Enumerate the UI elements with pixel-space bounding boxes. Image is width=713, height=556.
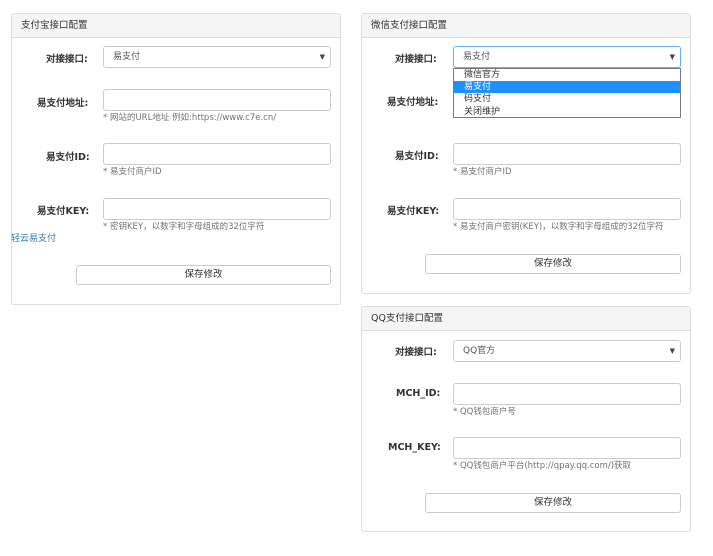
wechat-save-button[interactable]: 保存修改 bbox=[425, 254, 681, 274]
wechat-id-help: * 易支付商户ID bbox=[453, 167, 512, 177]
qq-mchid-input[interactable] bbox=[453, 383, 681, 405]
wechat-id-input[interactable] bbox=[453, 143, 681, 165]
qq-mchkey-help: * QQ钱包商户平台(http://qpay.qq.com/)获取 bbox=[453, 461, 632, 471]
wechat-interface-select[interactable]: 易支付 ▼ bbox=[453, 46, 681, 68]
wechat-key-help: * 易支付商户密钥(KEY)，以数字和字母组成的32位字符 bbox=[453, 222, 664, 232]
qq-interface-select[interactable]: QQ官方 ▼ bbox=[453, 340, 681, 362]
dropdown-option-selected[interactable]: 易支付 bbox=[454, 81, 680, 94]
caret-down-icon: ▼ bbox=[669, 53, 675, 61]
qq-mchid-help: * QQ钱包商户号 bbox=[453, 407, 516, 417]
alipay-provider-link[interactable]: 轻云易支付 bbox=[11, 231, 56, 244]
caret-down-icon: ▼ bbox=[319, 53, 325, 61]
wechat-panel-title: 微信支付接口配置 bbox=[362, 14, 690, 38]
alipay-key-input[interactable] bbox=[103, 198, 331, 220]
alipay-url-help: * 网站的URL地址 例如:https://www.c7e.cn/ bbox=[103, 113, 277, 123]
alipay-key-help: * 密钥KEY，以数字和字母组成的32位字符 bbox=[103, 222, 265, 232]
caret-down-icon: ▼ bbox=[669, 347, 675, 355]
alipay-interface-label: 对接接口: bbox=[46, 54, 88, 65]
qq-mchkey-label: MCH_KEY: bbox=[388, 442, 441, 453]
dropdown-option[interactable]: 微信官方 bbox=[454, 69, 680, 81]
alipay-id-help: * 易支付商户ID bbox=[103, 167, 162, 177]
alipay-panel-title: 支付宝接口配置 bbox=[12, 14, 340, 38]
alipay-interface-value: 易支付 bbox=[113, 52, 141, 62]
wechat-interface-value: 易支付 bbox=[463, 52, 491, 62]
alipay-interface-select[interactable]: 易支付 ▼ bbox=[103, 46, 331, 68]
wechat-key-input[interactable] bbox=[453, 198, 681, 220]
wechat-url-label: 易支付地址: bbox=[387, 97, 439, 108]
alipay-url-input[interactable] bbox=[103, 89, 331, 111]
qq-panel-title: QQ支付接口配置 bbox=[362, 307, 690, 331]
dropdown-option[interactable]: 关闭维护 bbox=[454, 106, 680, 118]
alipay-url-label: 易支付地址: bbox=[37, 98, 89, 109]
wechat-interface-label: 对接接口: bbox=[395, 54, 437, 65]
dropdown-option[interactable]: 码支付 bbox=[454, 93, 680, 105]
qq-mchkey-input[interactable] bbox=[453, 437, 681, 459]
qq-mchid-label: MCH_ID: bbox=[396, 388, 441, 399]
alipay-key-label: 易支付KEY: bbox=[37, 206, 90, 217]
wechat-key-label: 易支付KEY: bbox=[387, 206, 440, 217]
qq-save-button[interactable]: 保存修改 bbox=[425, 493, 681, 513]
qq-interface-value: QQ官方 bbox=[463, 346, 496, 356]
wechat-interface-dropdown[interactable]: 微信官方 易支付 码支付 关闭维护 bbox=[453, 68, 681, 118]
alipay-id-input[interactable] bbox=[103, 143, 331, 165]
wechat-id-label: 易支付ID: bbox=[395, 151, 439, 162]
alipay-save-button[interactable]: 保存修改 bbox=[76, 265, 331, 285]
alipay-id-label: 易支付ID: bbox=[46, 152, 90, 163]
qq-interface-label: 对接接口: bbox=[395, 347, 437, 358]
